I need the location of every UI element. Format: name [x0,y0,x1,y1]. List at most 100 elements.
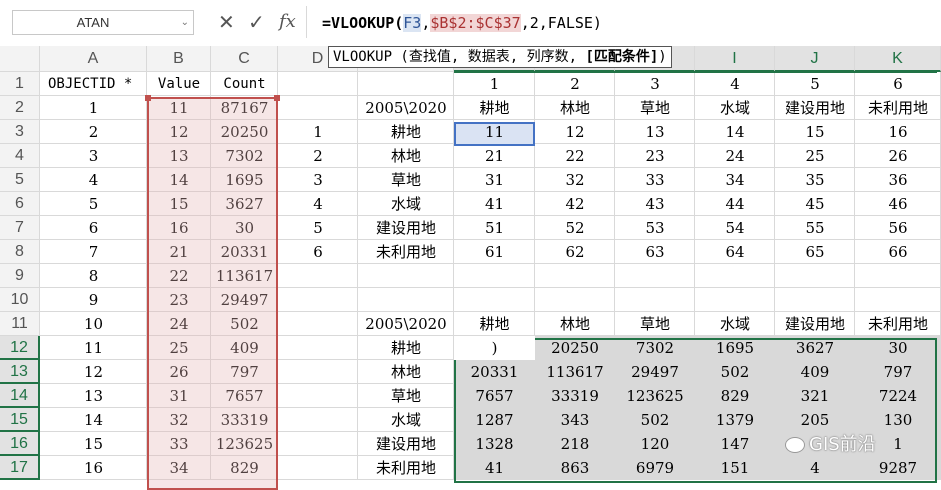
table2-cell[interactable]: 33319 [535,384,615,408]
table2-col-label[interactable]: 草地 [615,312,695,336]
table1-cell[interactable]: 41 [454,192,535,216]
grid-cell[interactable] [454,288,535,312]
table2-corner[interactable]: 2005\2020 [358,312,454,336]
value-cell[interactable]: 16 [147,216,211,240]
table1-cell[interactable]: 52 [535,216,615,240]
grid-cell[interactable] [775,264,855,288]
row-header-13[interactable]: 13 [0,360,40,384]
table1-cell[interactable]: 32 [535,168,615,192]
objectid-cell[interactable]: 1 [40,96,147,120]
table1-corner[interactable]: 2005\2020 [358,96,454,120]
value-cell[interactable]: 31 [147,384,211,408]
table2-cell[interactable]: 1379 [695,408,775,432]
table2-col-label[interactable]: 未利用地 [855,312,941,336]
table2-cell[interactable]: 218 [535,432,615,456]
grid-cell[interactable] [358,264,454,288]
table2-cell[interactable]: 502 [615,408,695,432]
table1-cell[interactable]: 44 [695,192,775,216]
grid-cell[interactable] [535,264,615,288]
grid-cell[interactable] [855,264,941,288]
row-header-11[interactable]: 11 [0,312,40,336]
count-cell[interactable]: 123625 [211,432,278,456]
row-header-10[interactable]: 10 [0,288,40,312]
count-cell[interactable]: 409 [211,336,278,360]
count-cell[interactable]: 7302 [211,144,278,168]
table1-cell[interactable]: 62 [535,240,615,264]
table1-cell[interactable]: 42 [535,192,615,216]
row-header-9[interactable]: 9 [0,264,40,288]
table2-cell[interactable]: 1328 [454,432,535,456]
table2-row-label[interactable]: 建设用地 [358,432,454,456]
count-cell[interactable]: 797 [211,360,278,384]
column-header-b[interactable]: B [147,46,211,72]
count-cell[interactable]: 33319 [211,408,278,432]
table2-cell[interactable]: 502 [695,360,775,384]
table1-row-label[interactable]: 草地 [358,168,454,192]
count-cell[interactable]: 3627 [211,192,278,216]
count-cell[interactable]: 7657 [211,384,278,408]
grid-cell[interactable] [615,264,695,288]
count-cell[interactable]: 20331 [211,240,278,264]
table1-cell[interactable]: 35 [775,168,855,192]
value-cell[interactable]: 34 [147,456,211,480]
grid-cell[interactable] [615,288,695,312]
table1-cell[interactable]: 22 [535,144,615,168]
objectid-cell[interactable]: 2 [40,120,147,144]
row-header-5[interactable]: 5 [0,168,40,192]
table2-cell[interactable]: ) [454,336,535,360]
header-cell-b[interactable]: Value [147,72,211,96]
enter-icon[interactable]: ✓ [248,9,265,35]
objectid-cell[interactable]: 8 [40,264,147,288]
table1-cell[interactable]: 13 [615,120,695,144]
value-cell[interactable]: 25 [147,336,211,360]
count-cell[interactable]: 113617 [211,264,278,288]
table2-row-label[interactable]: 水域 [358,408,454,432]
table2-row-label[interactable]: 林地 [358,360,454,384]
table1-col-label[interactable]: 林地 [535,96,615,120]
table1-cell[interactable]: 45 [775,192,855,216]
table2-row-label[interactable]: 草地 [358,384,454,408]
column-header-k[interactable]: K [855,46,941,72]
index-cell[interactable]: 6 [278,240,358,264]
table2-cell[interactable]: 20331 [454,360,535,384]
table1-cell[interactable]: 11 [454,120,535,144]
table1-cell[interactable]: 54 [695,216,775,240]
count-cell[interactable]: 502 [211,312,278,336]
chevron-down-icon[interactable]: ⌄ [181,11,189,34]
table1-cell[interactable]: 33 [615,168,695,192]
grid-cell[interactable] [535,288,615,312]
table1-cell[interactable]: 26 [855,144,941,168]
grid-cell[interactable] [278,312,358,336]
table2-cell[interactable]: 797 [855,360,941,384]
objectid-cell[interactable]: 3 [40,144,147,168]
column-header-a[interactable]: A [40,46,147,72]
column-header-c[interactable]: C [211,46,278,72]
header-cell-k[interactable]: 6 [855,72,941,96]
grid-cell[interactable] [855,288,941,312]
range-handle[interactable] [145,95,151,101]
grid-cell[interactable] [278,408,358,432]
index-cell[interactable]: 4 [278,192,358,216]
table2-row-label[interactable]: 耕地 [358,336,454,360]
row-header-2[interactable]: 2 [0,96,40,120]
grid-cell[interactable] [278,264,358,288]
row-header-1[interactable]: 1 [0,72,40,96]
count-cell[interactable]: 20250 [211,120,278,144]
row-header-4[interactable]: 4 [0,144,40,168]
row-header-6[interactable]: 6 [0,192,40,216]
table2-cell[interactable]: 6979 [615,456,695,480]
grid-cell[interactable] [278,384,358,408]
header-cell-g[interactable]: 2 [535,72,615,96]
table1-col-label[interactable]: 耕地 [454,96,535,120]
table2-cell[interactable]: 30 [855,336,941,360]
header-cell-i[interactable]: 4 [695,72,775,96]
table1-cell[interactable]: 15 [775,120,855,144]
column-header-j[interactable]: J [775,46,855,72]
header-cell-c[interactable]: Count [211,72,278,96]
table2-cell[interactable]: 9287 [855,456,941,480]
table2-cell[interactable]: 20250 [535,336,615,360]
row-header-16[interactable]: 16 [0,432,40,456]
objectid-cell[interactable]: 5 [40,192,147,216]
index-cell[interactable]: 2 [278,144,358,168]
table1-cell[interactable]: 55 [775,216,855,240]
